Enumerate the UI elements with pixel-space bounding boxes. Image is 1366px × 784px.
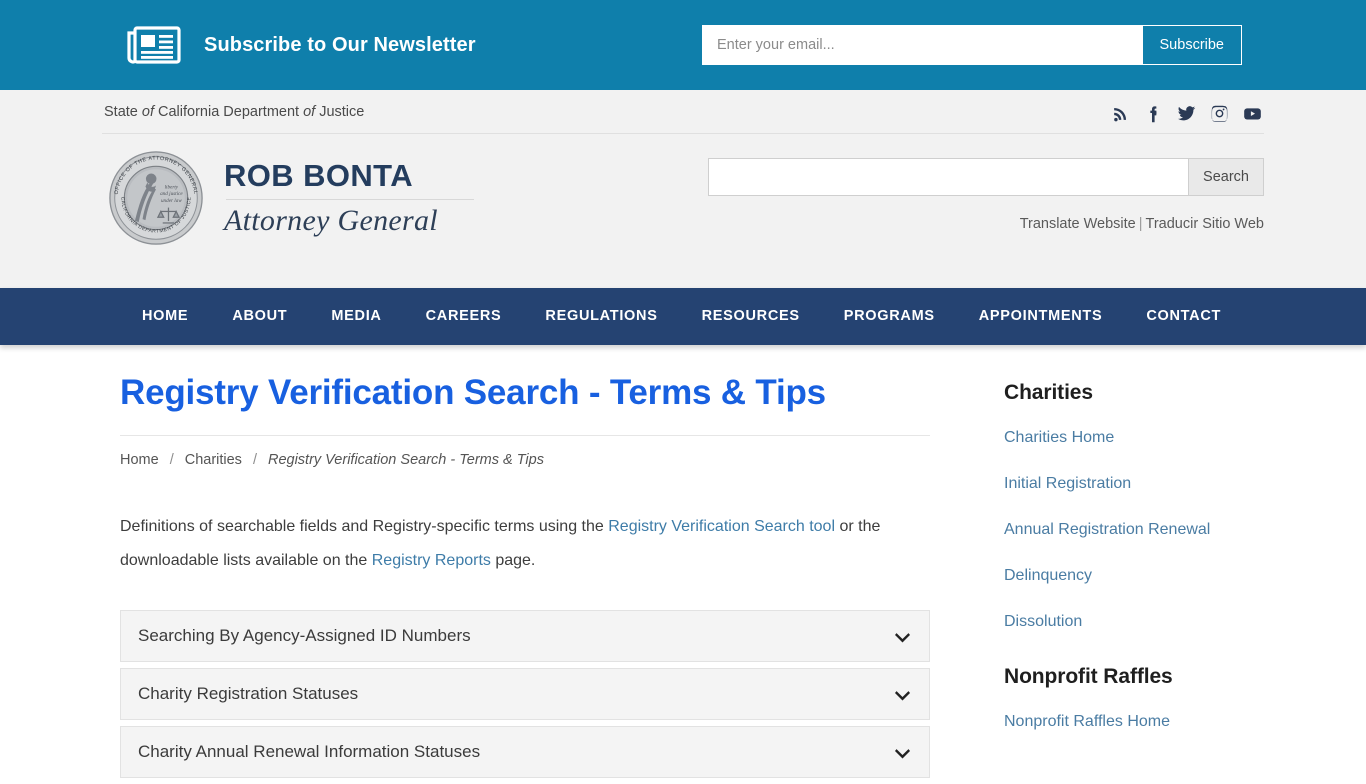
brand-divider [226, 199, 474, 201]
main-navigation: HOME ABOUT MEDIA CAREERS REGULATIONS RES… [0, 288, 1366, 345]
svg-text:under law: under law [161, 198, 182, 204]
breadcrumb-separator-1: / [169, 452, 174, 469]
header-search-block: Search Translate Website | Traducir Sitio … [708, 150, 1264, 246]
newsletter-branding: Subscribe to Our Newsletter [126, 24, 476, 66]
chevron-down-icon[interactable] [894, 628, 911, 645]
site-search-input[interactable] [708, 158, 1189, 196]
registry-reports-link[interactable]: Registry Reports [372, 552, 491, 569]
sidebar-link-delinquency[interactable]: Delinquency [1004, 567, 1264, 585]
brand-text: ROB BONTA Attorney General [224, 158, 474, 239]
sidebar-link-nonprofit-raffles-home[interactable]: Nonprofit Raffles Home [1004, 713, 1264, 731]
nav-item-careers[interactable]: CAREERS [404, 288, 524, 345]
svg-text:and justice: and justice [160, 191, 183, 197]
california-doj-seal-icon: OFFICE OF THE ATTORNEY GENERAL CALIFORNI… [108, 150, 204, 246]
newsletter-title: Subscribe to Our Newsletter [204, 33, 476, 56]
breadcrumb-charities[interactable]: Charities [185, 452, 242, 468]
agency-of-2: of [303, 104, 316, 120]
rss-icon[interactable] [1111, 104, 1130, 123]
breadcrumb-current: Registry Verification Search - Terms & T… [267, 452, 544, 469]
main-column: Registry Verification Search - Terms & T… [102, 373, 930, 784]
chevron-down-icon[interactable] [894, 686, 911, 703]
attorney-general-title: Attorney General [224, 204, 438, 238]
utility-row: State of California Department of Justic… [102, 90, 1264, 134]
accordion-item-searching-by-agency-assigned-id-numbers[interactable]: Searching By Agency-Assigned ID Numbers [120, 610, 930, 663]
header-container: State of California Department of Justic… [102, 90, 1264, 288]
agency-text-3: Justice [315, 104, 365, 120]
content-area: Registry Verification Search - Terms & T… [102, 345, 1264, 784]
instagram-icon[interactable] [1210, 104, 1229, 123]
accordion: Searching By Agency-Assigned ID Numbers … [120, 610, 930, 779]
nav-item-resources[interactable]: RESOURCES [680, 288, 822, 345]
intro-paragraph: Definitions of searchable fields and Reg… [120, 510, 930, 578]
site-search-form: Search [708, 158, 1264, 196]
sidebar-heading-charities: Charities [1004, 381, 1093, 404]
newsletter-container: Subscribe to Our Newsletter Subscribe [102, 24, 1264, 66]
page-title: Registry Verification Search - Terms & T… [120, 373, 930, 437]
newsletter-email-input[interactable] [703, 26, 1143, 64]
agency-text-2: California Department [153, 104, 304, 120]
brand-row: OFFICE OF THE ATTORNEY GENERAL CALIFORNI… [102, 134, 1264, 246]
agency-of-1: of [141, 104, 154, 120]
translate-links: Translate Website | Traducir Sitio Web [708, 216, 1264, 232]
newsletter-subscribe-form: Subscribe [702, 25, 1242, 65]
youtube-icon[interactable] [1243, 104, 1262, 123]
site-header: State of California Department of Justic… [0, 90, 1366, 288]
agency-text-1: State [104, 104, 142, 120]
agency-name: State of California Department of Justic… [102, 104, 364, 120]
accordion-item-charity-registration-statuses[interactable]: Charity Registration Statuses [120, 668, 930, 721]
newspaper-icon [126, 24, 182, 66]
sidebar-link-annual-registration-renewal[interactable]: Annual Registration Renewal [1004, 521, 1264, 539]
accordion-label: Searching By Agency-Assigned ID Numbers [138, 626, 471, 646]
sidebar-heading-nonprofit-raffles: Nonprofit Raffles [1004, 665, 1173, 688]
nav-item-home[interactable]: HOME [120, 288, 210, 345]
translate-separator: | [1138, 216, 1143, 232]
nav-item-media[interactable]: MEDIA [309, 288, 403, 345]
attorney-general-name: ROB BONTA [224, 157, 414, 193]
breadcrumb: Home / Charities / Registry Verification Sea… [120, 436, 930, 468]
accordion-label: Charity Annual Renewal Information Statu… [138, 742, 481, 762]
intro-text-1: Definitions of searchable fields and Reg… [120, 518, 609, 536]
accordion-label: Charity Registration Statuses [138, 684, 359, 704]
sidebar: Charities Charities Home Initial Registr… [992, 373, 1264, 784]
facebook-icon[interactable] [1144, 104, 1163, 123]
accordion-item-charity-annual-renewal-information-statuses[interactable]: Charity Annual Renewal Information Statu… [120, 726, 930, 779]
site-search-button[interactable]: Search [1188, 158, 1264, 196]
intro-text-3: page. [490, 552, 536, 570]
newsletter-subscribe-button[interactable]: Subscribe [1142, 26, 1241, 64]
breadcrumb-separator-2: / [252, 452, 257, 469]
nav-container: HOME ABOUT MEDIA CAREERS REGULATIONS RES… [102, 288, 1264, 345]
breadcrumb-home[interactable]: Home [120, 452, 159, 468]
newsletter-bar: Subscribe to Our Newsletter Subscribe [0, 0, 1366, 90]
sidebar-link-charities-home[interactable]: Charities Home [1004, 429, 1264, 447]
nav-item-programs[interactable]: PROGRAMS [822, 288, 957, 345]
chevron-down-icon[interactable] [894, 744, 911, 761]
sidebar-link-initial-registration[interactable]: Initial Registration [1004, 475, 1264, 493]
twitter-icon[interactable] [1177, 104, 1196, 123]
brand-block: OFFICE OF THE ATTORNEY GENERAL CALIFORNI… [102, 150, 474, 246]
social-links [1111, 104, 1264, 123]
nav-item-appointments[interactable]: APPOINTMENTS [957, 288, 1125, 345]
translate-website-link[interactable]: Translate Website [1020, 216, 1136, 232]
sidebar-link-dissolution[interactable]: Dissolution [1004, 613, 1264, 631]
traducir-sitio-web-link[interactable]: Traducir Sitio Web [1146, 216, 1264, 232]
svg-text:liberty: liberty [165, 184, 179, 190]
nav-item-contact[interactable]: CONTACT [1124, 288, 1243, 345]
nav-item-about[interactable]: ABOUT [210, 288, 309, 345]
registry-verification-search-tool-link[interactable]: Registry Verification Search tool [608, 518, 835, 535]
nav-item-regulations[interactable]: REGULATIONS [523, 288, 679, 345]
